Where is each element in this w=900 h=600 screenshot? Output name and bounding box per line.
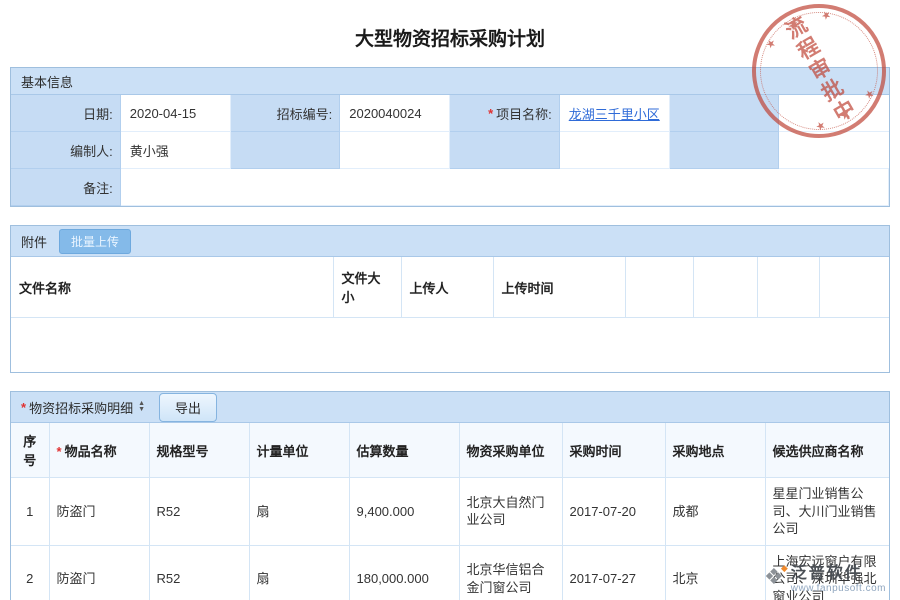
required-asterisk: * bbox=[488, 106, 493, 121]
empty-value-cell bbox=[779, 132, 889, 169]
bid-number-value: 2020040024 bbox=[340, 95, 450, 132]
column-header bbox=[819, 257, 889, 318]
empty-value-cell bbox=[560, 132, 670, 169]
column-header: 计量单位 bbox=[249, 423, 349, 478]
detail-header-row: 序号*物品名称规格型号计量单位估算数量物资采购单位采购时间采购地点候选供应商名称 bbox=[11, 423, 889, 478]
table-cell: R52 bbox=[149, 478, 249, 546]
author-value: 黄小强 bbox=[121, 132, 231, 169]
basic-info-section-bar: 基本信息 bbox=[11, 68, 889, 95]
attachments-table: 文件名称文件大小上传人上传时间 bbox=[11, 257, 889, 318]
attachments-header-row: 文件名称文件大小上传人上传时间 bbox=[11, 257, 889, 318]
detail-table-body: 1防盗门R52扇9,400.000北京大自然门业公司2017-07-20成都星星… bbox=[11, 478, 889, 600]
column-header: 上传人 bbox=[401, 257, 493, 318]
table-cell: 2 bbox=[11, 545, 49, 600]
table-row[interactable]: 1防盗门R52扇9,400.000北京大自然门业公司2017-07-20成都星星… bbox=[11, 478, 889, 546]
batch-upload-button[interactable]: 批量上传 bbox=[59, 229, 131, 254]
empty-label-cell bbox=[231, 132, 341, 169]
detail-section-title: 物资招标采购明细 bbox=[29, 398, 133, 417]
table-cell: 防盗门 bbox=[49, 545, 149, 600]
table-cell: 防盗门 bbox=[49, 478, 149, 546]
column-header bbox=[625, 257, 693, 318]
export-button[interactable]: 导出 bbox=[159, 393, 217, 422]
column-header: 采购时间 bbox=[562, 423, 665, 478]
empty-label-cell bbox=[670, 132, 780, 169]
table-cell: 扇 bbox=[249, 545, 349, 600]
column-header: 采购地点 bbox=[665, 423, 765, 478]
column-header: 序号 bbox=[11, 423, 49, 478]
date-value: 2020-04-15 bbox=[121, 95, 231, 132]
column-header: 候选供应商名称 bbox=[765, 423, 889, 478]
table-row[interactable]: 2防盗门R52扇180,000.000北京华信铝合金门窗公司2017-07-27… bbox=[11, 545, 889, 600]
project-link[interactable]: 龙湖三千里小区 bbox=[569, 104, 660, 123]
project-name-value: 龙湖三千里小区 bbox=[560, 95, 670, 132]
table-cell: 北京华信铝合金门窗公司 bbox=[459, 545, 562, 600]
column-header: 规格型号 bbox=[149, 423, 249, 478]
column-header bbox=[757, 257, 819, 318]
basic-info-panel: 基本信息 日期: 2020-04-15 招标编号: 2020040024 *项目… bbox=[10, 67, 890, 207]
attachments-section-bar: 附件 批量上传 bbox=[11, 226, 889, 257]
remark-value bbox=[121, 169, 889, 206]
table-cell: 2017-07-27 bbox=[562, 545, 665, 600]
column-header: 上传时间 bbox=[493, 257, 625, 318]
empty-label-cell bbox=[450, 132, 560, 169]
fanpu-logo-icon: ❖ bbox=[764, 566, 784, 588]
remark-label: 备注: bbox=[11, 169, 121, 206]
table-cell: 星星门业销售公司、大川门业销售公司 bbox=[765, 478, 889, 546]
attachments-panel: 附件 批量上传 文件名称文件大小上传人上传时间 bbox=[10, 225, 890, 373]
attachments-section-title: 附件 bbox=[21, 232, 47, 251]
required-asterisk: * bbox=[21, 400, 26, 415]
table-cell: 北京 bbox=[665, 545, 765, 600]
page-title: 大型物资招标采购计划 bbox=[0, 0, 900, 67]
table-cell: 1 bbox=[11, 478, 49, 546]
vendor-watermark: ❖ 泛普软件 www.fanpusoft.com bbox=[764, 559, 886, 594]
bid-number-label: 招标编号: bbox=[231, 95, 341, 132]
basic-info-grid: 日期: 2020-04-15 招标编号: 2020040024 *项目名称: 龙… bbox=[11, 95, 889, 206]
detail-panel: * 物资招标采购明细 ▲▼ 导出 序号*物品名称规格型号计量单位估算数量物资采购… bbox=[10, 391, 890, 600]
column-header: 物资采购单位 bbox=[459, 423, 562, 478]
table-cell: 成都 bbox=[665, 478, 765, 546]
column-header bbox=[693, 257, 757, 318]
date-label: 日期: bbox=[11, 95, 121, 132]
column-header: 估算数量 bbox=[349, 423, 459, 478]
column-header: 文件名称 bbox=[11, 257, 333, 318]
vendor-url: www.fanpusoft.com bbox=[791, 583, 886, 594]
attachments-empty-area bbox=[11, 318, 889, 372]
required-asterisk: * bbox=[57, 444, 62, 459]
project-name-label: *项目名称: bbox=[450, 95, 560, 132]
sort-icon[interactable]: ▲▼ bbox=[138, 401, 145, 413]
column-header: *物品名称 bbox=[49, 423, 149, 478]
table-cell: R52 bbox=[149, 545, 249, 600]
table-cell: 9,400.000 bbox=[349, 478, 459, 546]
detail-table: 序号*物品名称规格型号计量单位估算数量物资采购单位采购时间采购地点候选供应商名称… bbox=[11, 423, 889, 600]
vendor-name: 泛普软件 bbox=[791, 559, 886, 583]
table-cell: 180,000.000 bbox=[349, 545, 459, 600]
table-cell: 北京大自然门业公司 bbox=[459, 478, 562, 546]
vendor-text: 泛普软件 www.fanpusoft.com bbox=[791, 559, 886, 594]
author-label: 编制人: bbox=[11, 132, 121, 169]
table-cell: 2017-07-20 bbox=[562, 478, 665, 546]
column-header: 文件大小 bbox=[333, 257, 401, 318]
table-cell: 扇 bbox=[249, 478, 349, 546]
empty-value-cell bbox=[340, 132, 450, 169]
empty-label-cell bbox=[670, 95, 780, 132]
detail-section-bar: * 物资招标采购明细 ▲▼ 导出 bbox=[11, 392, 889, 423]
empty-value-cell bbox=[779, 95, 889, 132]
basic-info-section-title: 基本信息 bbox=[21, 72, 73, 91]
